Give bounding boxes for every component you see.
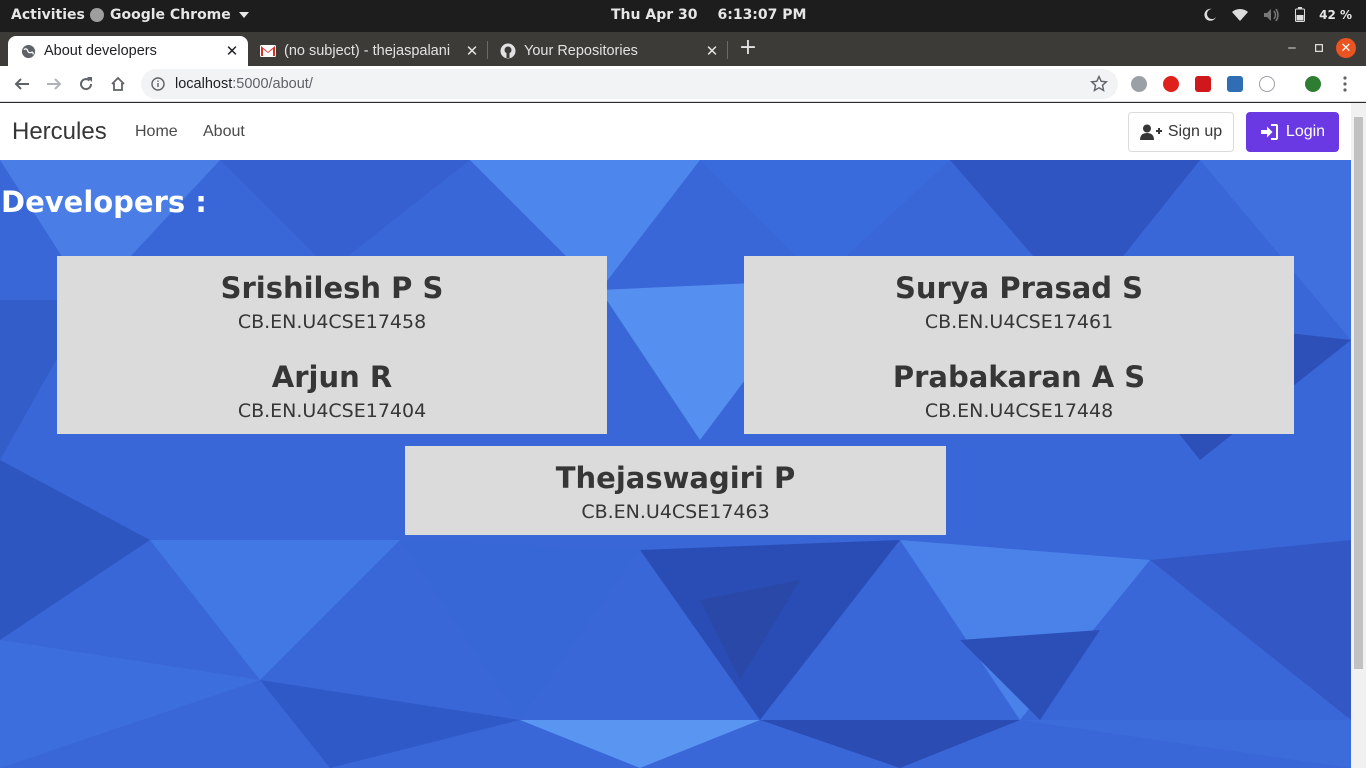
home-icon: [111, 76, 125, 91]
clock[interactable]: Thu Apr 30 6:13:07 PM: [611, 7, 806, 23]
page-scrollbar[interactable]: [1351, 103, 1366, 768]
volume-icon: [1264, 8, 1279, 21]
tab-title: Your Repositories: [524, 43, 638, 59]
developers-section: Developers : Srishilesh P S CB.EN.U4CSE1…: [0, 160, 1351, 768]
developer-card: Thejaswagiri P CB.EN.U4CSE17463: [405, 446, 946, 535]
user-plus-icon: [1139, 124, 1162, 140]
signup-button[interactable]: Sign up: [1128, 112, 1234, 152]
tab-title: About developers: [44, 43, 157, 59]
login-label: Login: [1285, 123, 1326, 140]
browser-toolbar: localhost:5000/about/: [0, 66, 1366, 102]
developer-name: Thejaswagiri P: [555, 461, 796, 495]
forward-button[interactable]: [44, 74, 64, 94]
pdf-extension-icon[interactable]: [1195, 76, 1211, 92]
developer-entry: Prabakaran A S CB.EN.U4CSE17448: [744, 360, 1294, 423]
developer-roll-number: CB.EN.U4CSE17404: [237, 400, 427, 422]
developer-entry: Srishilesh P S CB.EN.U4CSE17458: [57, 271, 607, 334]
signup-label: Sign up: [1167, 123, 1223, 140]
window-close-button[interactable]: ✕: [1336, 38, 1356, 58]
url-host: localhost: [175, 76, 233, 92]
battery-icon: [1295, 7, 1306, 22]
chrome-icon: [90, 8, 104, 22]
star-icon[interactable]: [1090, 75, 1108, 93]
new-tab-button[interactable]: +: [738, 37, 758, 59]
developer-card: Surya Prasad S CB.EN.U4CSE17461 Prabakar…: [744, 256, 1294, 434]
developer-name: Srishilesh P S: [220, 271, 444, 305]
maximize-button[interactable]: [1310, 39, 1328, 57]
login-button[interactable]: Login: [1246, 112, 1339, 152]
arrow-left-icon: [14, 78, 29, 90]
menu-button[interactable]: [1335, 74, 1355, 94]
close-icon[interactable]: ✕: [464, 43, 480, 60]
url-path: :5000/about/: [232, 76, 313, 92]
info-icon: [151, 77, 165, 91]
clock-time: 6:13:07 PM: [717, 7, 807, 23]
more-vert-icon: [1343, 76, 1347, 92]
developer-roll-number: CB.EN.U4CSE17458: [237, 311, 427, 333]
developer-entry: Thejaswagiri P CB.EN.U4CSE17463: [405, 461, 946, 524]
gmail-icon: [260, 43, 276, 59]
nav-home-link[interactable]: Home: [135, 123, 178, 141]
reload-icon: [80, 77, 93, 91]
close-icon[interactable]: ✕: [224, 43, 240, 60]
developer-roll-number: CB.EN.U4CSE17463: [581, 501, 770, 523]
github-icon: [500, 43, 516, 59]
minimize-button[interactable]: ‒: [1283, 39, 1301, 57]
tab-separator: [727, 41, 728, 59]
back-button[interactable]: [12, 74, 32, 94]
developer-entry: Arjun R CB.EN.U4CSE17404: [57, 360, 607, 423]
cloud-extension-icon[interactable]: [1259, 76, 1275, 92]
tab-strip: About developers ✕ (no subject) - thejas…: [0, 32, 1366, 66]
close-icon[interactable]: ✕: [704, 43, 720, 60]
developer-roll-number: CB.EN.U4CSE17448: [924, 400, 1114, 422]
nav-about-link[interactable]: About: [203, 123, 245, 141]
clock-date: Thu Apr 30: [611, 7, 698, 23]
developer-name: Surya Prasad S: [894, 271, 1144, 305]
arrow-right-icon: [47, 78, 62, 90]
tab-github[interactable]: Your Repositories ✕: [488, 36, 728, 66]
opera-extension-icon[interactable]: [1163, 76, 1179, 92]
site-navbar: Hercules Home About Sign up Login: [0, 103, 1351, 160]
activities-button[interactable]: Activities: [11, 7, 85, 23]
tab-title: (no subject) - thejaspalani: [284, 43, 451, 59]
scrollbar-thumb[interactable]: [1354, 117, 1363, 669]
night-light-icon: [1204, 8, 1217, 21]
tab-gmail[interactable]: (no subject) - thejaspalani ✕: [248, 36, 488, 66]
s-extension-icon[interactable]: [1227, 76, 1243, 92]
developer-name: Arjun R: [271, 360, 393, 394]
reload-button[interactable]: [76, 74, 96, 94]
developer-entry: Surya Prasad S CB.EN.U4CSE17461: [744, 271, 1294, 334]
app-menu[interactable]: Google Chrome: [90, 7, 249, 23]
system-top-bar: Activities Google Chrome Thu Apr 30 6:13…: [0, 0, 1366, 32]
home-button[interactable]: [108, 74, 128, 94]
app-name: Google Chrome: [110, 7, 231, 23]
wifi-icon: [1232, 8, 1249, 21]
system-tray[interactable]: 42 %: [1203, 7, 1352, 22]
tab-about-developers[interactable]: About developers ✕: [8, 36, 248, 66]
sign-in-icon: [1260, 124, 1278, 140]
developer-roll-number: CB.EN.U4CSE17461: [924, 311, 1114, 333]
web-page: Hercules Home About Sign up Login Develo…: [0, 103, 1351, 768]
extension-icon[interactable]: [1131, 76, 1147, 92]
globe-icon: [20, 43, 36, 59]
developer-card: Srishilesh P S CB.EN.U4CSE17458 Arjun R …: [57, 256, 607, 434]
profile-avatar[interactable]: [1305, 76, 1321, 92]
tab-separator: [487, 41, 488, 59]
address-bar[interactable]: localhost:5000/about/: [141, 69, 1118, 99]
page-title: Developers :: [1, 185, 207, 219]
developer-name: Prabakaran A S: [892, 360, 1146, 394]
battery-percent: 42 %: [1319, 7, 1352, 22]
chevron-down-icon: [238, 12, 249, 18]
site-brand[interactable]: Hercules: [12, 118, 107, 146]
